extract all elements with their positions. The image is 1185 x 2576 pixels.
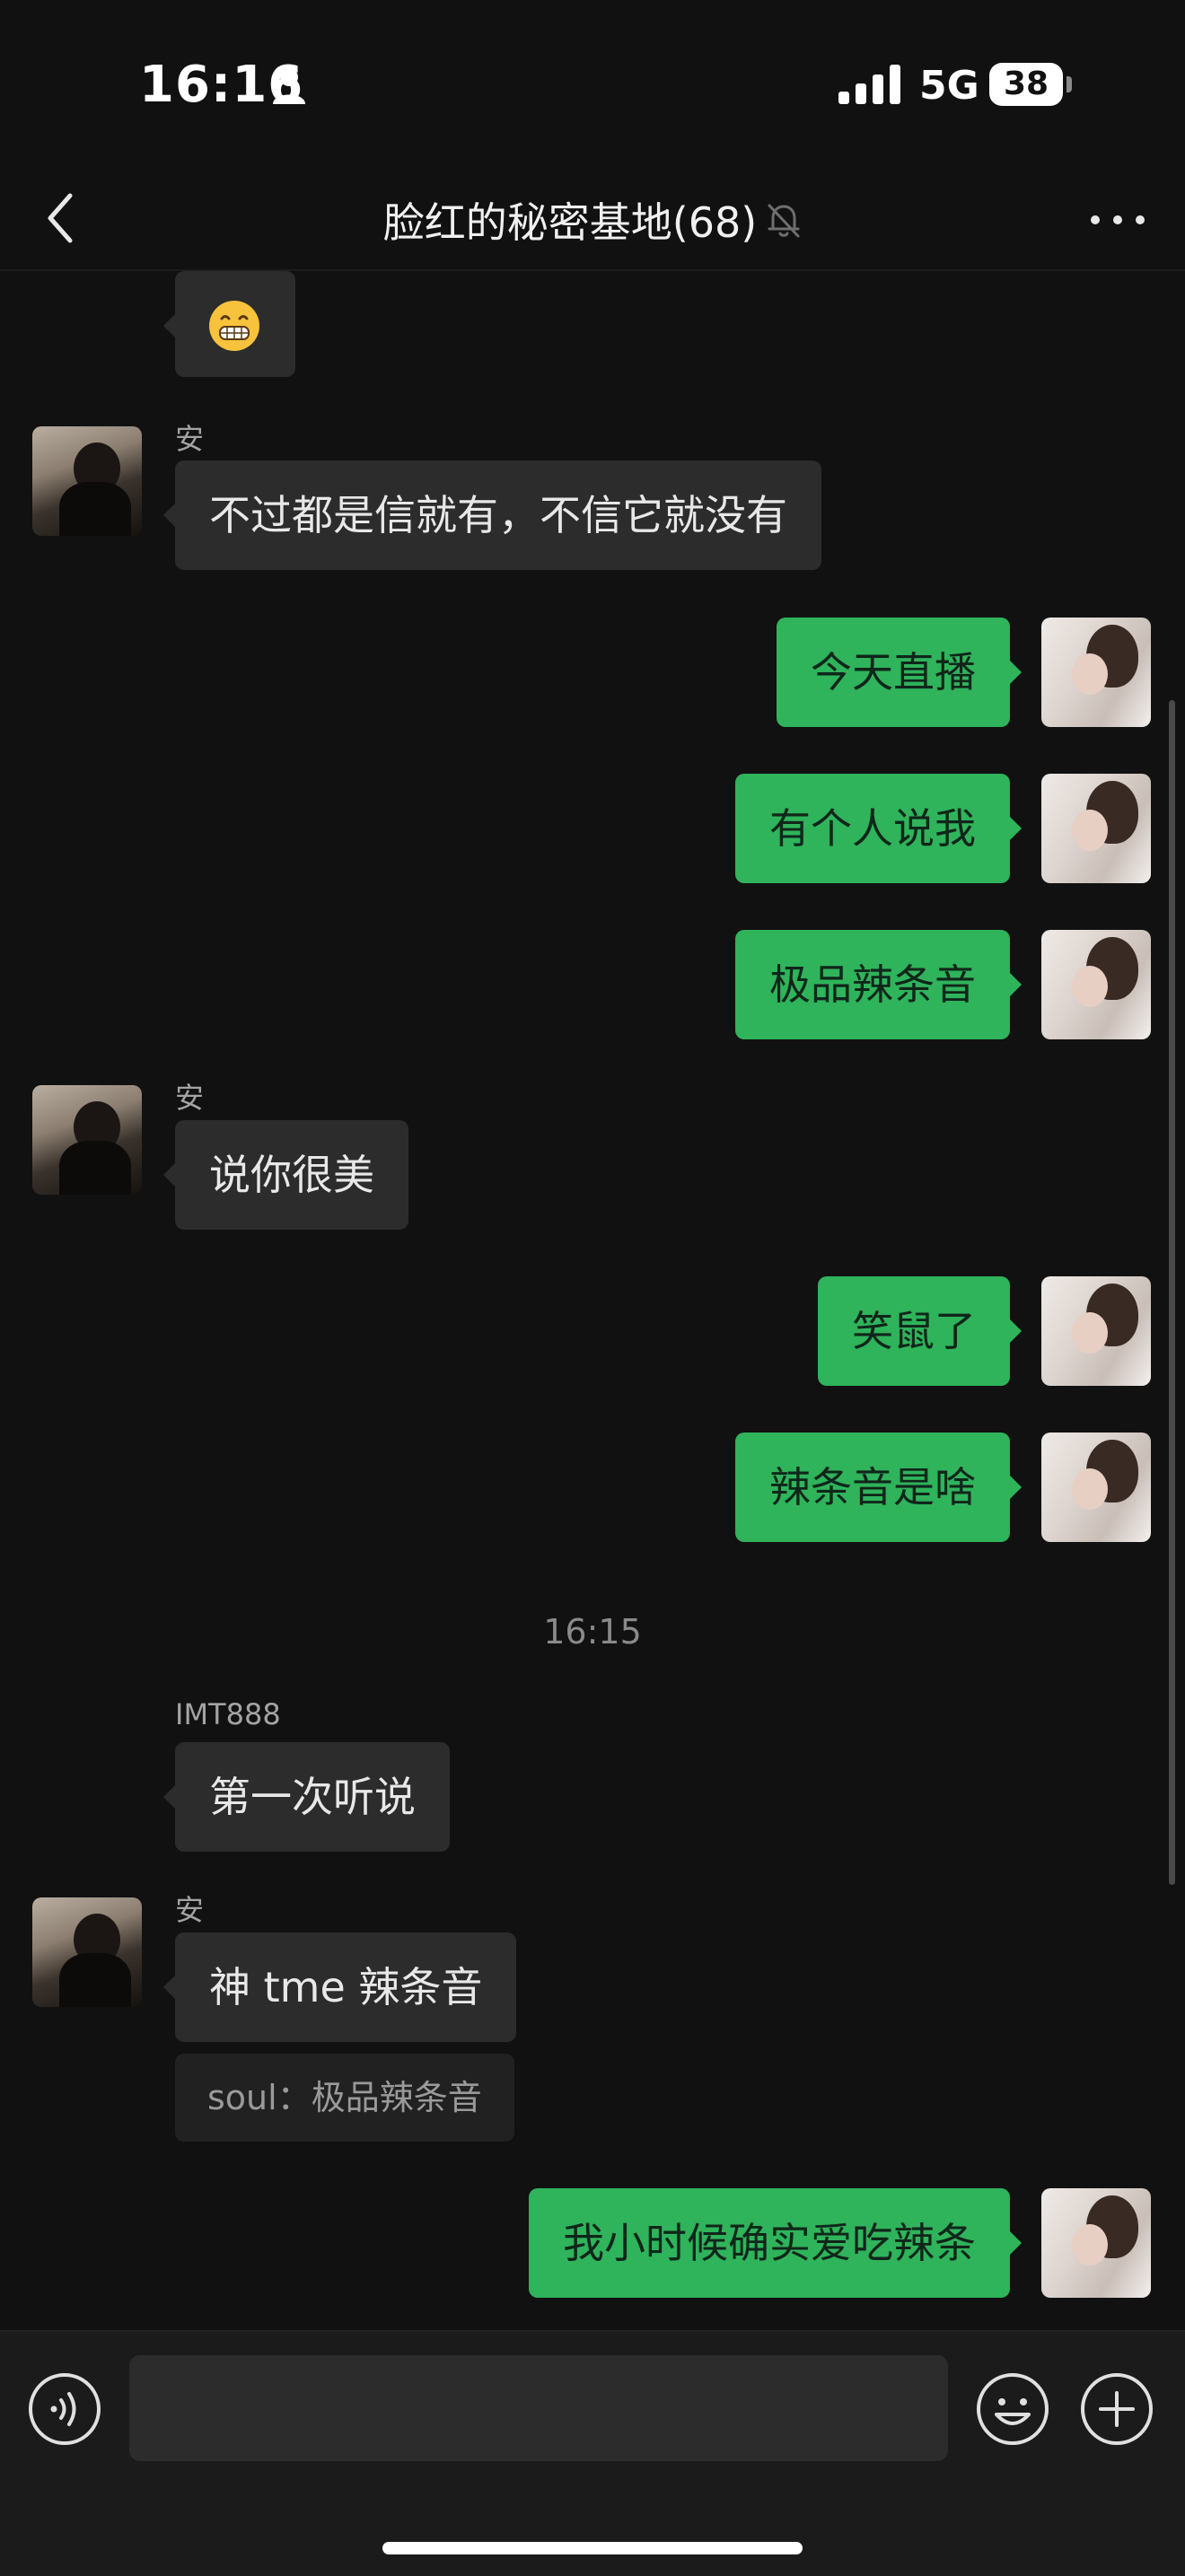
- sender-name: 安: [175, 422, 205, 456]
- message-bubble[interactable]: 笑鼠了: [818, 1276, 1022, 1386]
- network-type: 5G: [919, 63, 979, 109]
- avatar[interactable]: [1041, 1433, 1151, 1542]
- home-indicator: [382, 2542, 803, 2554]
- voice-input-icon[interactable]: [27, 2371, 102, 2447]
- avatar[interactable]: [32, 1085, 142, 1195]
- avatar[interactable]: [1041, 2188, 1151, 2298]
- message-bubble[interactable]: 辣条音是啥: [735, 1433, 1022, 1542]
- mute-bell-icon: [768, 204, 800, 238]
- message-bubble[interactable]: 有个人说我: [735, 774, 1022, 883]
- sender-name: IMT888: [175, 1697, 281, 1731]
- message-bubble[interactable]: 不过都是信就有，不信它就没有: [163, 460, 821, 570]
- message-incoming: [0, 271, 1185, 381]
- status-bar: 16:16 5G 38: [0, 0, 1185, 171]
- message-bubble[interactable]: [163, 271, 295, 377]
- quoted-message[interactable]: soul：极品辣条音: [175, 2054, 514, 2142]
- sender-name: 安: [175, 1893, 205, 1927]
- message-bubble[interactable]: 我小时候确实爱吃辣条: [529, 2188, 1022, 2298]
- scrollbar[interactable]: [1169, 700, 1175, 1885]
- chat-title: 脸红的秘密基地(68): [382, 198, 758, 247]
- nav-bar: 脸红的秘密基地(68): [0, 171, 1185, 271]
- avatar[interactable]: [1041, 618, 1151, 727]
- message-timestamp: 16:15: [543, 1612, 642, 1652]
- message-bubble[interactable]: 神 tme 辣条音: [162, 1932, 517, 2042]
- battery-level: 38: [989, 63, 1063, 106]
- person-icon: [273, 68, 305, 104]
- battery-icon: 38: [989, 63, 1072, 106]
- battery-tip: [1066, 76, 1072, 92]
- plus-icon[interactable]: [1079, 2371, 1154, 2447]
- input-bar: [0, 2330, 1185, 2576]
- emoji-icon[interactable]: [975, 2371, 1050, 2447]
- more-options-icon[interactable]: [1086, 197, 1149, 242]
- signal-icon: [838, 65, 900, 104]
- avatar[interactable]: [1041, 774, 1151, 883]
- message-bubble[interactable]: 第一次听说: [163, 1742, 450, 1852]
- message-input[interactable]: [129, 2355, 948, 2461]
- avatar[interactable]: [1041, 930, 1151, 1039]
- message-bubble[interactable]: 极品辣条音: [735, 930, 1022, 1039]
- grinning-face-emoji-icon: [209, 301, 259, 351]
- avatar[interactable]: [32, 1897, 142, 2007]
- nav-title-wrap: 脸红的秘密基地(68): [0, 171, 1185, 269]
- sender-name: 安: [175, 1081, 205, 1115]
- avatar[interactable]: [32, 426, 142, 536]
- chat-message-list[interactable]: 安 不过都是信就有，不信它就没有 今天直播 有个人说我 极品辣条音 安 说你很美…: [0, 271, 1185, 2328]
- avatar[interactable]: [1041, 1276, 1151, 1386]
- message-bubble[interactable]: 今天直播: [777, 618, 1022, 727]
- message-bubble[interactable]: 说你很美: [163, 1120, 408, 1230]
